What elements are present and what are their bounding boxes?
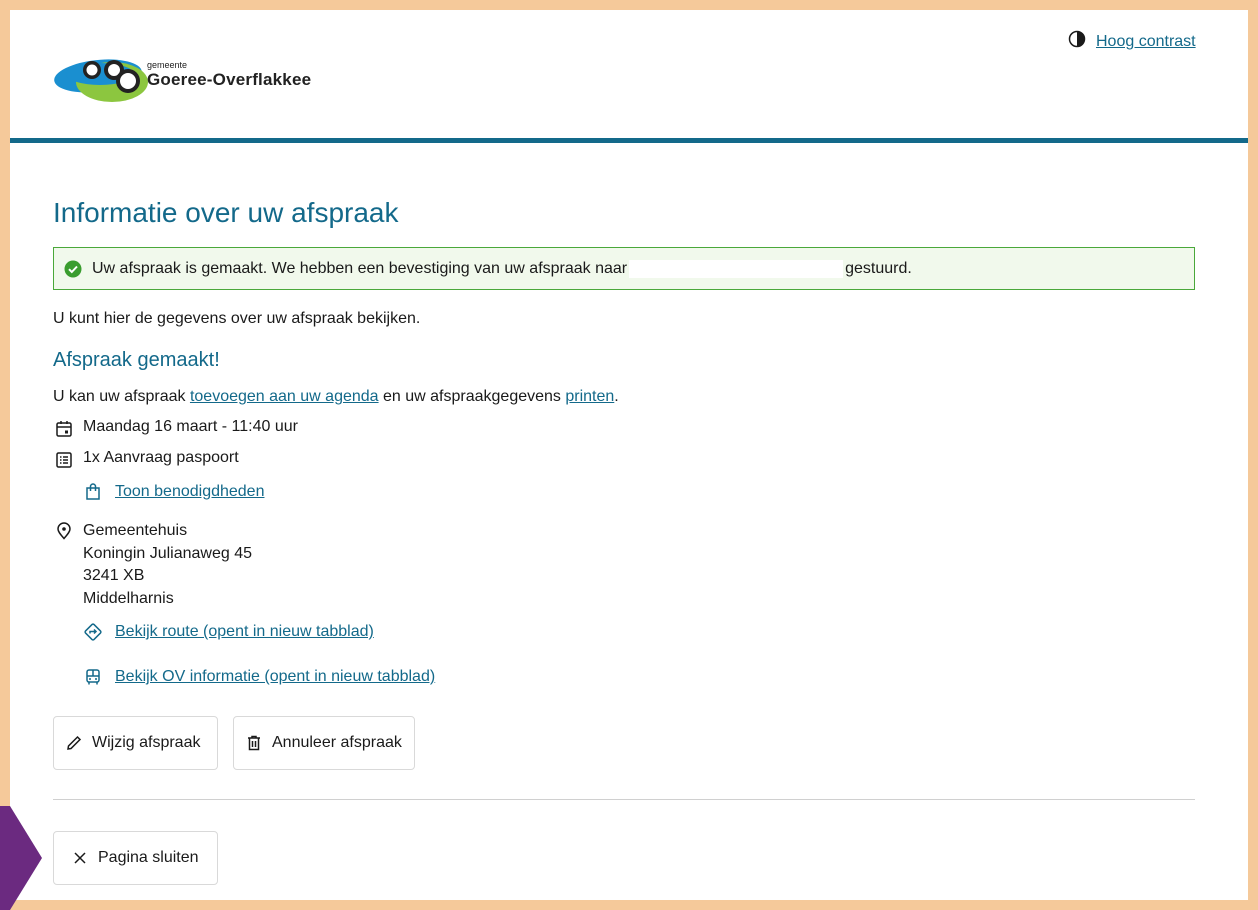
high-contrast-toggle[interactable]: Hoog contrast	[1068, 30, 1196, 53]
appointment-product: 1x Aanvraag paspoort	[53, 449, 239, 471]
content-divider	[53, 799, 1195, 800]
section-title: Afspraak gemaakt!	[53, 349, 220, 371]
print-link[interactable]: printen	[565, 388, 614, 405]
address-block: Gemeentehuis Koningin Julianaweg 45 3241…	[83, 520, 252, 610]
view-route-link[interactable]: Bekijk route (opent in nieuw tabblad)	[115, 623, 374, 641]
decorative-arrow	[0, 806, 42, 910]
ov-row[interactable]: Bekijk OV informatie (opent in nieuw tab…	[83, 667, 435, 687]
agenda-line: U kan uw afspraak toevoegen aan uw agend…	[53, 388, 619, 406]
directions-icon	[83, 622, 103, 642]
change-appointment-label: Wijzig afspraak	[92, 734, 201, 751]
pencil-icon	[64, 733, 84, 753]
close-icon	[70, 848, 90, 868]
cancel-appointment-button[interactable]: Annuleer afspraak	[233, 716, 415, 770]
alert-text: Uw afspraak is gemaakt. We hebben een be…	[92, 259, 628, 277]
intro-text: U kunt hier de gegevens over uw afspraak…	[53, 310, 421, 327]
page-title: Informatie over uw afspraak	[53, 197, 399, 228]
close-page-label: Pagina sluiten	[98, 849, 199, 866]
agenda-suffix: .	[614, 388, 619, 405]
close-page-button[interactable]: Pagina sluiten	[53, 831, 218, 885]
location-city: Middelharnis	[83, 589, 174, 607]
list-icon	[53, 449, 75, 471]
bus-icon	[83, 667, 103, 687]
route-row[interactable]: Bekijk route (opent in nieuw tabblad)	[83, 622, 374, 642]
agenda-middle: en uw afspraakgegevens	[378, 388, 566, 405]
alert-text-end: gestuurd.	[845, 259, 912, 277]
view-ov-info-link[interactable]: Bekijk OV informatie (opent in nieuw tab…	[115, 668, 435, 686]
appointment-location: Gemeentehuis Koningin Julianaweg 45 3241…	[53, 520, 252, 610]
cancel-appointment-label: Annuleer afspraak	[272, 734, 402, 751]
location-street: Koningin Julianaweg 45	[83, 544, 253, 562]
shopping-bag-icon	[83, 482, 103, 502]
contrast-icon	[1068, 30, 1086, 53]
location-name: Gemeentehuis	[83, 522, 188, 539]
requirements-row[interactable]: Toon benodigdheden	[83, 482, 264, 502]
page-frame: gemeente Goeree-Overflakkee Hoog contras…	[10, 10, 1248, 900]
high-contrast-link[interactable]: Hoog contrast	[1096, 33, 1196, 51]
logo-text-name: Goeree-Overflakkee	[147, 70, 312, 89]
agenda-prefix: U kan uw afspraak	[53, 388, 190, 405]
success-alert: Uw afspraak is gemaakt. We hebben een be…	[53, 247, 1195, 290]
add-to-calendar-link[interactable]: toevoegen aan uw agenda	[190, 388, 379, 405]
check-circle-icon	[64, 260, 82, 278]
header-divider-bar	[10, 138, 1248, 143]
site-header: gemeente Goeree-Overflakkee Hoog contras…	[10, 10, 1248, 143]
appointment-date: Maandag 16 maart - 11:40 uur	[53, 418, 298, 440]
product-text: 1x Aanvraag paspoort	[83, 449, 239, 466]
trash-icon	[244, 733, 264, 753]
calendar-icon	[53, 418, 75, 440]
change-appointment-button[interactable]: Wijzig afspraak	[53, 716, 218, 770]
logo-text-small: gemeente	[147, 60, 188, 70]
map-pin-icon	[53, 520, 75, 542]
date-time-text: Maandag 16 maart - 11:40 uur	[83, 418, 298, 435]
location-postcode: 3241 XB	[83, 567, 145, 584]
show-requirements-link[interactable]: Toon benodigdheden	[115, 483, 264, 501]
redacted-email	[629, 259, 844, 278]
